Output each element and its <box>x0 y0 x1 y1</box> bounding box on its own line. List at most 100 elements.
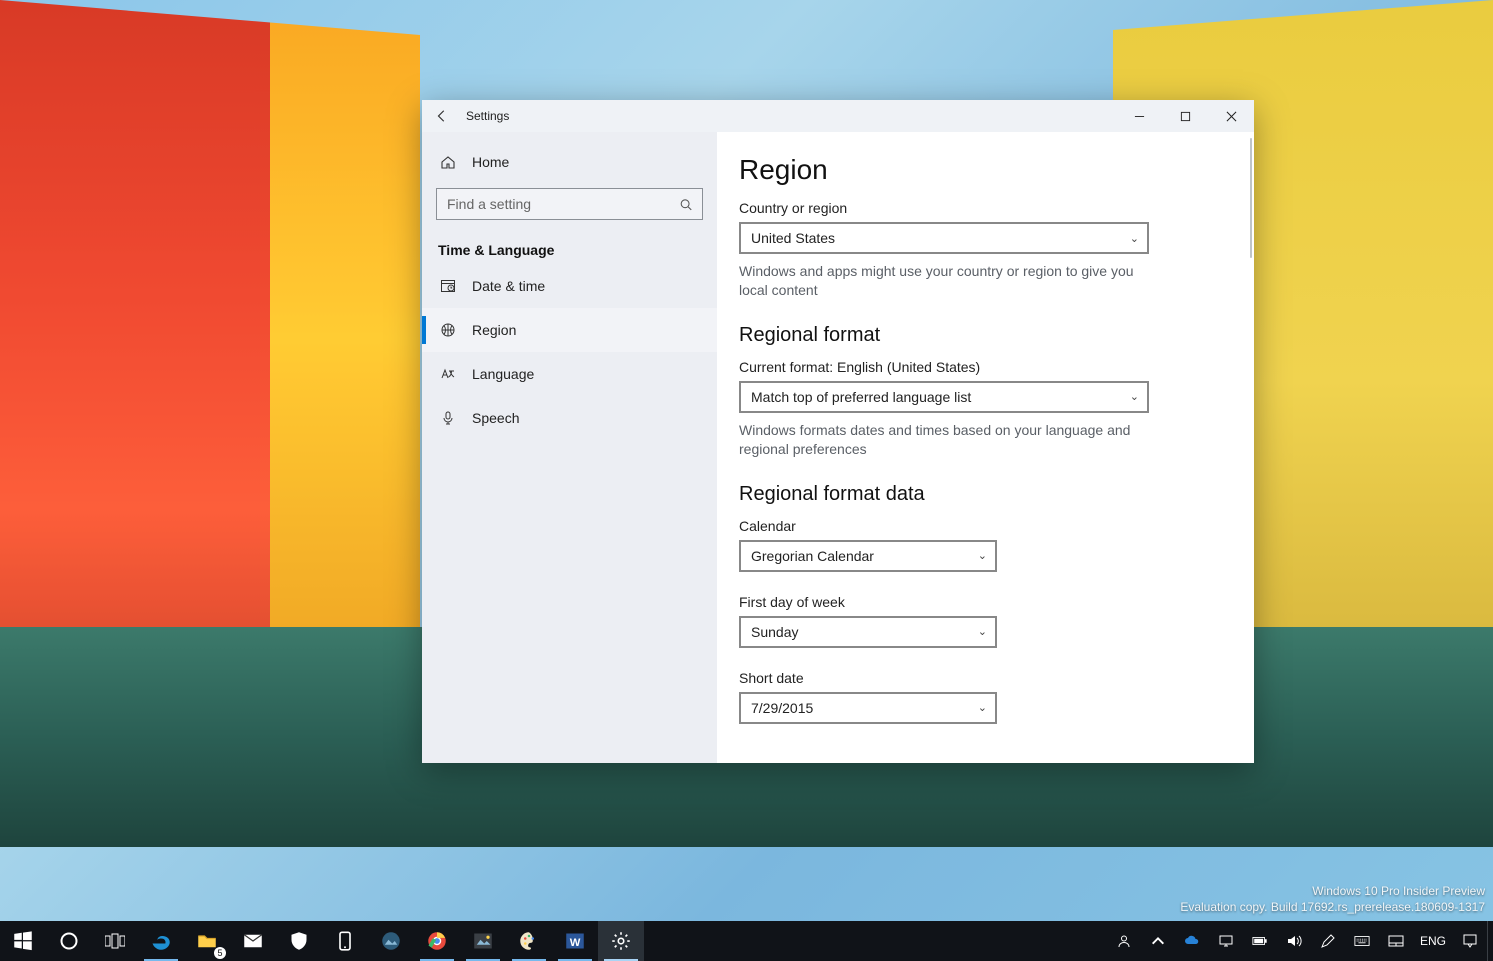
search-input[interactable] <box>436 188 703 220</box>
close-button[interactable] <box>1208 100 1254 132</box>
short-date-dropdown[interactable]: 7/29/2015 ⌄ <box>739 692 997 724</box>
page-heading: Region <box>739 154 1226 186</box>
nav-label: Date & time <box>472 278 545 294</box>
explorer-badge: 5 <box>214 947 226 959</box>
chrome-icon <box>427 931 447 951</box>
tray-action-center[interactable] <box>1453 921 1487 961</box>
country-label: Country or region <box>739 200 1226 216</box>
palette-icon <box>519 931 539 951</box>
task-view-button[interactable] <box>92 921 138 961</box>
tray-touchpad[interactable] <box>1379 921 1413 961</box>
globe-icon <box>438 322 458 338</box>
calendar-dropdown[interactable]: Gregorian Calendar ⌄ <box>739 540 997 572</box>
tray-lang[interactable]: ENG <box>1413 921 1453 961</box>
people-icon <box>1116 933 1132 949</box>
taskbar-app-gallery[interactable] <box>460 921 506 961</box>
regional-format-heading: Regional format <box>739 324 1226 347</box>
notification-icon <box>1462 933 1478 949</box>
tray-volume[interactable] <box>1277 921 1311 961</box>
sidebar: Home Time & Language Date & time Region <box>422 132 717 763</box>
folder-icon <box>197 931 217 951</box>
windows-logo-icon <box>13 931 33 951</box>
tray-battery[interactable] <box>1243 921 1277 961</box>
scrollbar[interactable] <box>1250 138 1252 258</box>
chevron-down-icon: ⌄ <box>1130 390 1139 403</box>
current-format-label: Current format: English (United States) <box>739 359 1226 375</box>
photos-icon <box>381 931 401 951</box>
window-title: Settings <box>466 109 509 123</box>
first-day-label: First day of week <box>739 594 1226 610</box>
watermark-line2: Evaluation copy. Build 17692.rs_prerelea… <box>1180 899 1485 915</box>
tray-pen[interactable] <box>1311 921 1345 961</box>
keyboard-icon <box>1354 933 1370 949</box>
cloud-icon <box>1184 933 1200 949</box>
titlebar[interactable]: Settings <box>422 100 1254 132</box>
first-day-dropdown[interactable]: Sunday ⌄ <box>739 616 997 648</box>
tray-remote-desktop[interactable] <box>1209 921 1243 961</box>
taskbar-app-your-phone[interactable] <box>322 921 368 961</box>
microphone-icon <box>438 410 458 426</box>
back-button[interactable] <box>422 100 462 132</box>
cortana-button[interactable] <box>46 921 92 961</box>
chevron-down-icon: ⌄ <box>978 701 987 714</box>
calendar-value: Gregorian Calendar <box>751 548 874 564</box>
taskbar-app-chrome[interactable] <box>414 921 460 961</box>
battery-icon <box>1252 933 1268 949</box>
taskbar-app-settings[interactable] <box>598 921 644 961</box>
chevron-down-icon: ⌄ <box>1130 232 1139 245</box>
chevron-down-icon: ⌄ <box>978 549 987 562</box>
sidebar-item-language[interactable]: Language <box>422 352 717 396</box>
maximize-button[interactable] <box>1162 100 1208 132</box>
taskbar-app-paint[interactable] <box>506 921 552 961</box>
tray-onedrive[interactable] <box>1175 921 1209 961</box>
mail-icon <box>243 931 263 951</box>
sidebar-item-speech[interactable]: Speech <box>422 396 717 440</box>
start-button[interactable] <box>0 921 46 961</box>
sidebar-item-home[interactable]: Home <box>422 142 717 182</box>
tray-people[interactable] <box>1107 921 1141 961</box>
regional-format-data-heading: Regional format data <box>739 483 1226 506</box>
calendar-label: Calendar <box>739 518 1226 534</box>
sidebar-section-title: Time & Language <box>422 232 717 264</box>
current-format-value: Match top of preferred language list <box>751 389 971 405</box>
taskbar-app-security[interactable] <box>276 921 322 961</box>
taskbar-app-word[interactable]: W <box>552 921 598 961</box>
nav-label: Region <box>472 322 516 338</box>
sidebar-item-region[interactable]: Region <box>422 308 717 352</box>
chevron-up-icon <box>1150 933 1166 949</box>
home-icon <box>438 154 458 170</box>
search-icon <box>679 198 693 215</box>
country-hint: Windows and apps might use your country … <box>739 262 1149 300</box>
chevron-down-icon: ⌄ <box>978 625 987 638</box>
phone-icon <box>335 931 355 951</box>
home-label: Home <box>472 154 509 170</box>
svg-text:W: W <box>570 937 581 949</box>
nav-label: Language <box>472 366 534 382</box>
touchpad-icon <box>1388 933 1404 949</box>
short-date-label: Short date <box>739 670 1226 686</box>
shield-icon <box>289 931 309 951</box>
sidebar-item-date-time[interactable]: Date & time <box>422 264 717 308</box>
show-desktop-button[interactable] <box>1487 921 1493 961</box>
country-value: United States <box>751 230 835 246</box>
taskbar-app-mail[interactable] <box>230 921 276 961</box>
watermark-line1: Windows 10 Pro Insider Preview <box>1180 883 1485 899</box>
current-format-hint: Windows formats dates and times based on… <box>739 421 1149 459</box>
taskbar-app-file-explorer[interactable]: 5 <box>184 921 230 961</box>
arrow-left-icon <box>435 109 449 123</box>
edge-icon <box>151 931 171 951</box>
taskbar-app-edge[interactable] <box>138 921 184 961</box>
current-format-dropdown[interactable]: Match top of preferred language list ⌄ <box>739 381 1149 413</box>
image-icon <box>473 931 493 951</box>
settings-window: Settings Home Time & Language <box>422 100 1254 763</box>
tray-touch-keyboard[interactable] <box>1345 921 1379 961</box>
monitor-icon <box>1218 933 1234 949</box>
gear-icon <box>611 931 631 951</box>
minimize-button[interactable] <box>1116 100 1162 132</box>
country-dropdown[interactable]: United States ⌄ <box>739 222 1149 254</box>
taskbar-app-photos[interactable] <box>368 921 414 961</box>
nav-label: Speech <box>472 410 519 426</box>
tray-show-hidden[interactable] <box>1141 921 1175 961</box>
windows-watermark: Windows 10 Pro Insider Preview Evaluatio… <box>1180 883 1485 915</box>
short-date-value: 7/29/2015 <box>751 700 813 716</box>
